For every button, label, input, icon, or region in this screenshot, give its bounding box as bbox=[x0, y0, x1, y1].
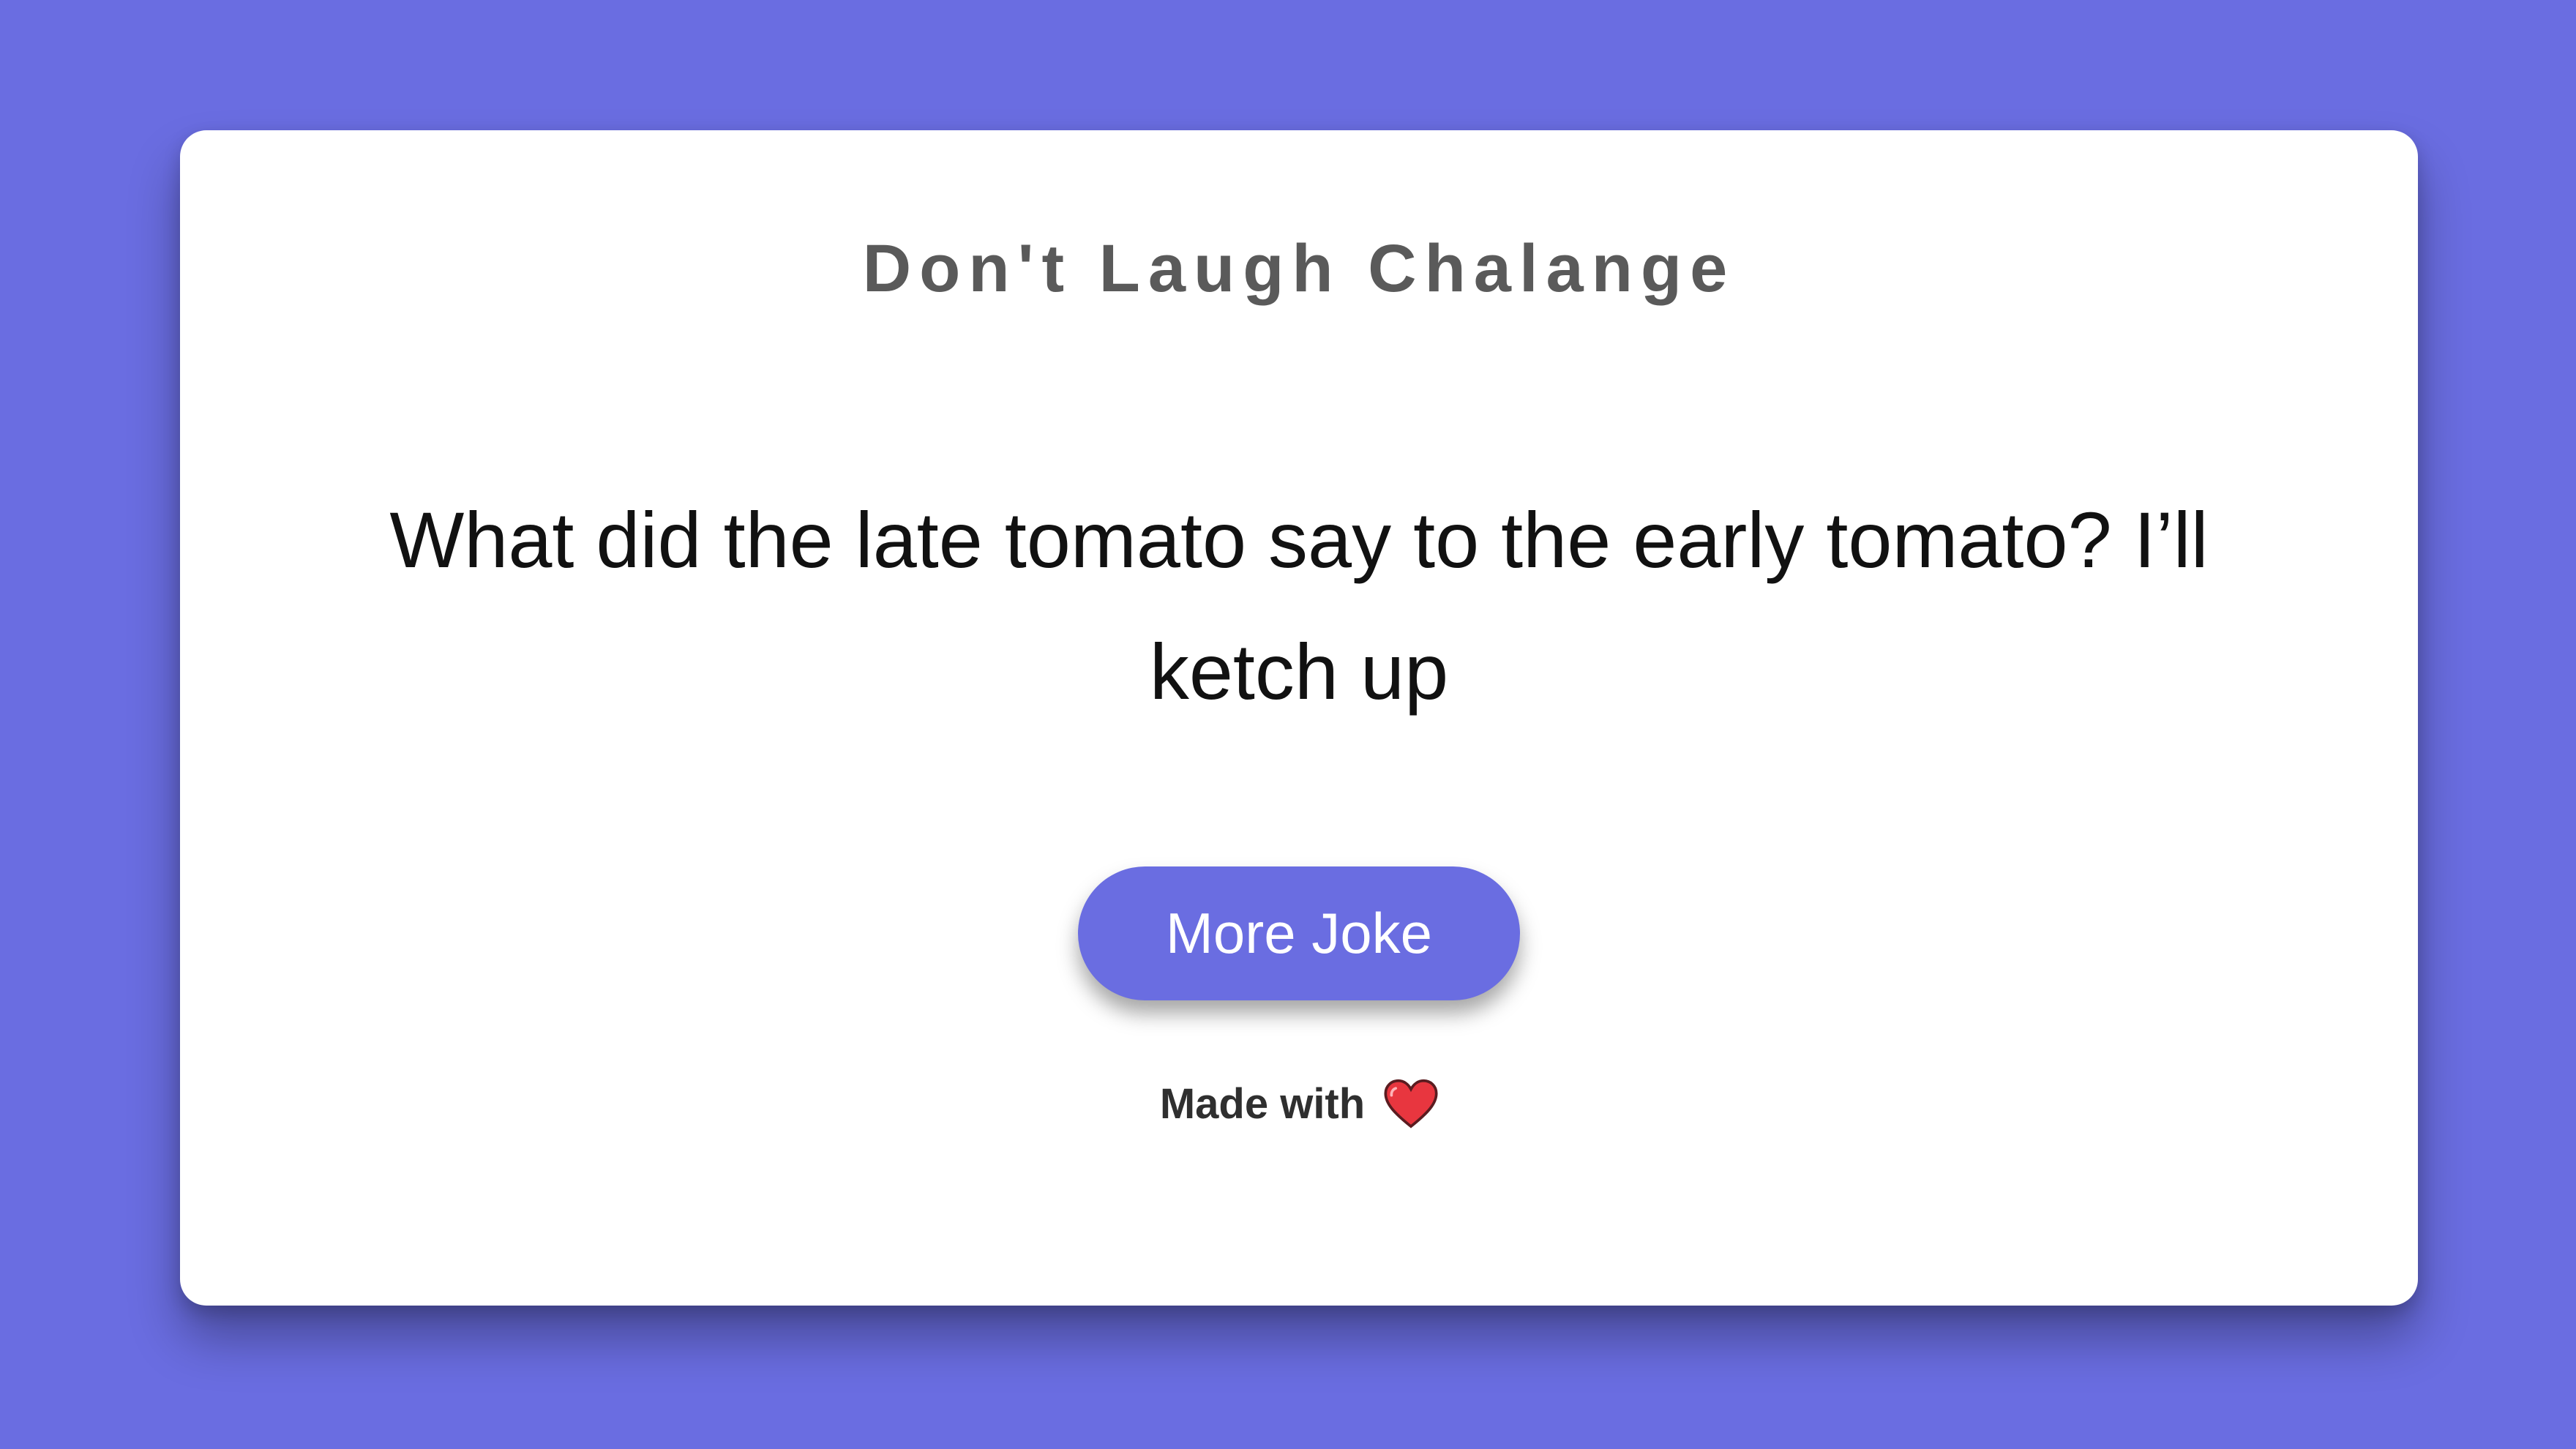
heart-icon bbox=[1384, 1079, 1438, 1128]
more-joke-button[interactable]: More Joke bbox=[1078, 866, 1520, 1000]
footer-text: Made with bbox=[1159, 1079, 1366, 1128]
joke-text: What did the late tomato say to the earl… bbox=[389, 495, 2209, 716]
joke-card: Don't Laugh Chalange What did the late t… bbox=[180, 130, 2418, 1306]
footer: Made with bbox=[180, 1079, 2418, 1128]
app-title: Don't Laugh Chalange bbox=[862, 231, 1736, 306]
